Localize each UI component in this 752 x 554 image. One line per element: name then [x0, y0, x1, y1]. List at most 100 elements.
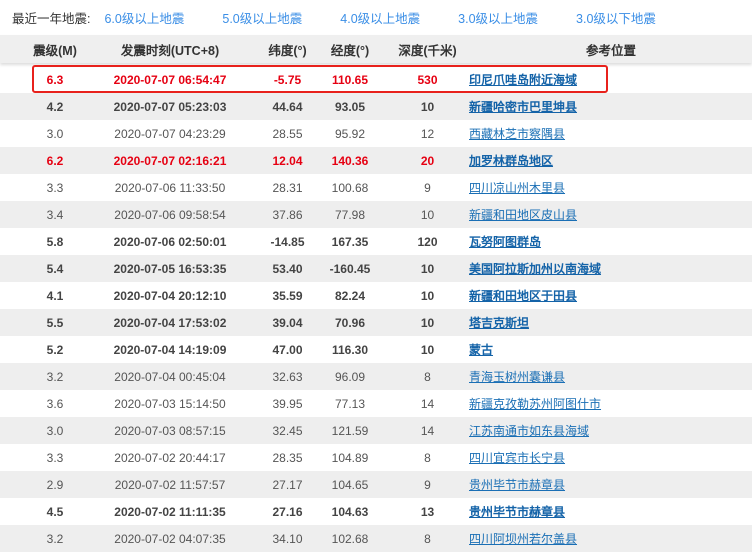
- cell-magnitude: 2.9: [46, 477, 64, 492]
- cell-latitude: 47.00: [272, 342, 303, 357]
- table-row: 5.2 2020-07-04 14:19:09 47.00 116.30 10 蒙古: [0, 336, 752, 363]
- cell-magnitude: 5.8: [46, 234, 64, 249]
- cell-magnitude: 5.5: [46, 315, 64, 330]
- cell-latitude: 44.64: [272, 99, 303, 114]
- cell-depth: 10: [420, 288, 435, 303]
- location-link[interactable]: 四川阿坝州若尔盖县: [469, 530, 577, 547]
- header-time: 发震时刻(UTC+8): [120, 43, 220, 58]
- cell-latitude: 27.17: [272, 477, 303, 492]
- location-link[interactable]: 新疆和田地区于田县: [469, 287, 577, 304]
- cell-latitude: 27.16: [272, 504, 303, 519]
- cell-location: 印尼爪哇岛附近海域: [469, 66, 749, 93]
- cell-location: 江苏南通市如东县海域: [469, 417, 749, 444]
- cell-time: 2020-07-06 09:58:54: [114, 207, 226, 222]
- location-link[interactable]: 加罗林群岛地区: [469, 152, 553, 169]
- table-row: 3.2 2020-07-02 04:07:35 34.10 102.68 8 四川阿坝州若…: [0, 525, 752, 552]
- cell-depth: 10: [420, 315, 435, 330]
- cell-longitude: -160.45: [329, 261, 371, 276]
- location-link[interactable]: 新疆和田地区皮山县: [469, 206, 577, 223]
- cell-longitude: 82.24: [334, 288, 366, 303]
- cell-location: 新疆哈密市巴里坤县: [469, 93, 749, 120]
- table-row: 3.3 2020-07-06 11:33:50 28.31 100.68 9 四川凉山州木…: [0, 174, 752, 201]
- cell-location: 加罗林群岛地区: [469, 147, 749, 174]
- cell-time: 2020-07-02 11:57:57: [114, 477, 226, 492]
- cell-latitude: 32.45: [272, 423, 303, 438]
- cell-depth: 14: [420, 396, 435, 411]
- table-row: 5.4 2020-07-05 16:53:35 53.40 -160.45 10 美国阿拉…: [0, 255, 752, 282]
- location-link[interactable]: 美国阿拉斯加州以南海域: [469, 260, 601, 277]
- cell-latitude: 32.63: [272, 369, 303, 384]
- cell-magnitude: 4.2: [46, 99, 64, 114]
- magnitude-filter-bar: 最近一年地震: 6.0级以上地震 5.0级以上地震 4.0级以上地震 3.0级以…: [0, 0, 752, 34]
- cell-location: 塔吉克斯坦: [469, 309, 749, 336]
- cell-longitude: 167.35: [331, 234, 369, 249]
- location-link[interactable]: 四川宜宾市长宁县: [469, 449, 565, 466]
- filter-5-plus[interactable]: 5.0级以上地震: [222, 8, 302, 27]
- table-row: 3.0 2020-07-03 08:57:15 32.45 121.59 14 江苏南通市…: [0, 417, 752, 444]
- cell-location: 新疆和田地区于田县: [469, 282, 749, 309]
- filter-6-plus[interactable]: 6.0级以上地震: [104, 8, 184, 27]
- cell-latitude: 28.55: [272, 126, 303, 141]
- cell-magnitude: 3.6: [46, 396, 64, 411]
- cell-location: 瓦努阿图群岛: [469, 228, 749, 255]
- cell-depth: 10: [420, 99, 435, 114]
- table-row: 3.2 2020-07-04 00:45:04 32.63 96.09 8 青海玉树州囊谦…: [0, 363, 752, 390]
- cell-location: 新疆克孜勒苏州阿图什市: [469, 390, 749, 417]
- cell-depth: 12: [420, 126, 435, 141]
- table-row: 4.2 2020-07-07 05:23:03 44.64 93.05 10 新疆哈密市巴…: [0, 93, 752, 120]
- location-link[interactable]: 瓦努阿图群岛: [469, 233, 541, 250]
- cell-latitude: -14.85: [270, 234, 305, 249]
- cell-longitude: 140.36: [331, 153, 369, 168]
- cell-depth: 14: [420, 423, 435, 438]
- location-link[interactable]: 贵州毕节市赫章县: [469, 503, 565, 520]
- cell-time: 2020-07-06 11:33:50: [114, 180, 226, 195]
- cell-depth: 9: [424, 180, 431, 195]
- table-row: 5.8 2020-07-06 02:50:01 -14.85 167.35 120 瓦努阿…: [0, 228, 752, 255]
- filter-label: 最近一年地震:: [12, 11, 91, 26]
- table-row: 6.3 2020-07-07 06:54:47 -5.75 110.65 530 印尼爪哇…: [0, 66, 752, 93]
- location-link[interactable]: 新疆克孜勒苏州阿图什市: [469, 395, 601, 412]
- cell-magnitude: 6.2: [46, 153, 64, 168]
- header-longitude: 经度(°): [330, 43, 370, 58]
- cell-longitude: 100.68: [331, 180, 369, 195]
- header-magnitude: 震级(M): [33, 43, 77, 58]
- cell-longitude: 96.09: [334, 369, 366, 384]
- cell-location: 美国阿拉斯加州以南海域: [469, 255, 749, 282]
- location-link[interactable]: 塔吉克斯坦: [469, 314, 529, 331]
- filter-below-3[interactable]: 3.0级以下地震: [576, 8, 656, 27]
- cell-depth: 9: [424, 477, 431, 492]
- cell-time: 2020-07-07 04:23:29: [114, 126, 226, 141]
- table-row: 2.9 2020-07-02 11:57:57 27.17 104.65 9 贵州毕节市赫…: [0, 471, 752, 498]
- location-link[interactable]: 江苏南通市如东县海域: [469, 422, 589, 439]
- location-link[interactable]: 西藏林芝市察隅县: [469, 125, 565, 142]
- cell-time: 2020-07-07 05:23:03: [113, 99, 227, 114]
- cell-depth: 10: [420, 342, 435, 357]
- filter-3-plus[interactable]: 3.0级以上地震: [458, 8, 538, 27]
- cell-location: 贵州毕节市赫章县: [469, 471, 749, 498]
- cell-time: 2020-07-07 02:16:21: [113, 153, 227, 168]
- cell-time: 2020-07-07 06:54:47: [113, 72, 227, 87]
- cell-depth: 10: [420, 207, 435, 222]
- cell-longitude: 104.65: [331, 477, 369, 492]
- cell-location: 贵州毕节市赫章县: [469, 498, 749, 525]
- cell-latitude: 39.04: [272, 315, 303, 330]
- cell-longitude: 77.98: [334, 207, 366, 222]
- cell-time: 2020-07-03 08:57:15: [114, 423, 226, 438]
- filter-4-plus[interactable]: 4.0级以上地震: [340, 8, 420, 27]
- cell-time: 2020-07-03 15:14:50: [114, 396, 226, 411]
- location-link[interactable]: 印尼爪哇岛附近海域: [469, 71, 577, 88]
- location-link[interactable]: 四川凉山州木里县: [469, 179, 565, 196]
- cell-depth: 120: [417, 234, 438, 249]
- cell-longitude: 102.68: [331, 531, 369, 546]
- location-link[interactable]: 蒙古: [469, 341, 493, 358]
- cell-latitude: 39.95: [272, 396, 303, 411]
- location-link[interactable]: 贵州毕节市赫章县: [469, 476, 565, 493]
- header-location: 参考位置: [585, 43, 636, 58]
- location-link[interactable]: 青海玉树州囊谦县: [469, 368, 565, 385]
- location-link[interactable]: 新疆哈密市巴里坤县: [469, 98, 577, 115]
- cell-location: 蒙古: [469, 336, 749, 363]
- table-row: 3.6 2020-07-03 15:14:50 39.95 77.13 14 新疆克孜勒苏…: [0, 390, 752, 417]
- cell-latitude: -5.75: [273, 72, 302, 87]
- cell-longitude: 104.63: [331, 504, 369, 519]
- cell-time: 2020-07-04 14:19:09: [113, 342, 227, 357]
